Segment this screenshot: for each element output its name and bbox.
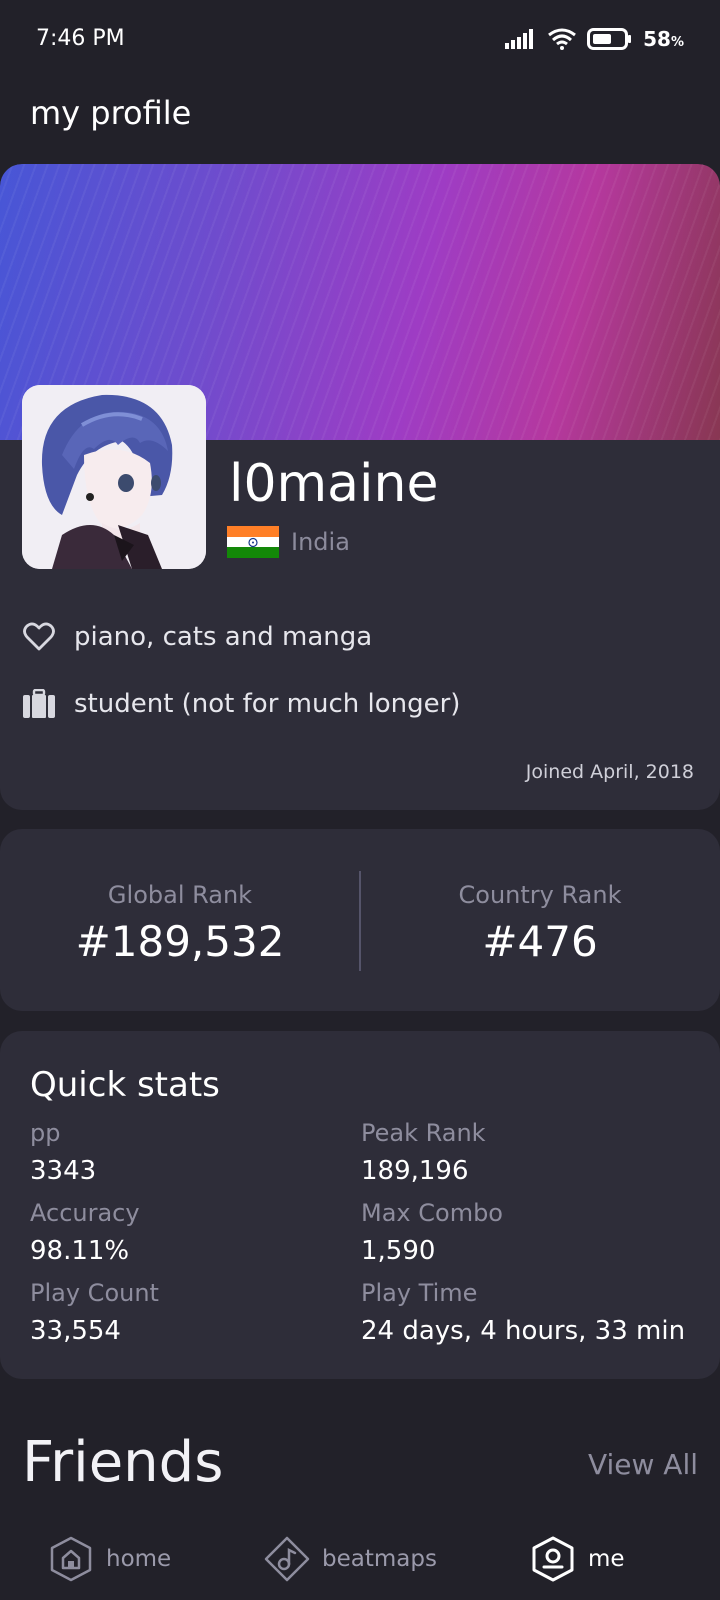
quick-stats-card: Quick stats pp 3343 Peak Rank 189,196 Ac… — [0, 1031, 720, 1379]
status-time: 7:46 PM — [36, 26, 125, 51]
interests-row: piano, cats and manga — [22, 620, 372, 654]
signal-icon — [505, 29, 534, 49]
heart-icon — [22, 620, 56, 654]
battery-icon — [587, 28, 632, 50]
nav-me-label: me — [588, 1546, 625, 1572]
global-rank-value: #189,532 — [75, 917, 285, 966]
stat-value: 1,590 — [361, 1236, 436, 1266]
india-flag-icon — [227, 526, 279, 559]
stat-label: Accuracy — [30, 1199, 140, 1227]
view-all-link[interactable]: View All — [588, 1448, 698, 1481]
stat-value: 33,554 — [30, 1316, 121, 1346]
username: l0maine — [229, 454, 439, 514]
stat-label: Peak Rank — [361, 1119, 486, 1147]
rank-card: Global Rank #189,532 Country Rank #476 — [0, 829, 720, 1011]
stat-label: Play Time — [361, 1279, 478, 1307]
occupation-row: student (not for much longer) — [22, 687, 460, 721]
bottom-nav: home beatmaps me — [0, 1514, 720, 1600]
country-rank: Country Rank #476 — [360, 829, 720, 1011]
status-bar: 7:46 PM 58% — [0, 0, 720, 80]
country-name: India — [291, 528, 350, 556]
stat-label: Play Count — [30, 1279, 159, 1307]
stat-value: 24 days, 4 hours, 33 min — [361, 1316, 686, 1346]
wifi-icon — [548, 28, 577, 50]
profile-card: l0maine India piano, cats and manga stud… — [0, 164, 720, 810]
country-rank-value: #476 — [482, 917, 598, 966]
avatar[interactable] — [22, 385, 206, 569]
global-rank: Global Rank #189,532 — [0, 829, 360, 1011]
nav-me[interactable]: me — [530, 1536, 625, 1582]
nav-beatmaps-label: beatmaps — [322, 1546, 437, 1572]
global-rank-label: Global Rank — [107, 881, 253, 909]
beatmaps-icon — [264, 1536, 310, 1582]
friends-title: Friends — [22, 1430, 224, 1495]
joined-date: Joined April, 2018 — [525, 761, 694, 783]
stat-label: Max Combo — [361, 1199, 503, 1227]
nav-beatmaps[interactable]: beatmaps — [264, 1536, 437, 1582]
briefcase-icon — [22, 687, 56, 721]
nav-home-label: home — [106, 1546, 172, 1572]
stat-value: 98.11% — [30, 1236, 130, 1266]
occupation-text: student (not for much longer) — [74, 689, 461, 719]
stat-label: pp — [30, 1119, 61, 1147]
quick-stats-title: Quick stats — [30, 1065, 220, 1105]
stat-value: 3343 — [30, 1156, 97, 1186]
battery-percent: 58% — [643, 27, 684, 51]
interests-text: piano, cats and manga — [74, 622, 373, 652]
nav-home[interactable]: home — [48, 1536, 171, 1582]
profile-icon — [532, 1536, 574, 1582]
country-rank-label: Country Rank — [458, 881, 622, 909]
stat-value: 189,196 — [361, 1156, 469, 1186]
home-icon — [50, 1536, 92, 1582]
page-title: my profile — [30, 94, 192, 132]
status-icons: 58% — [505, 26, 684, 52]
